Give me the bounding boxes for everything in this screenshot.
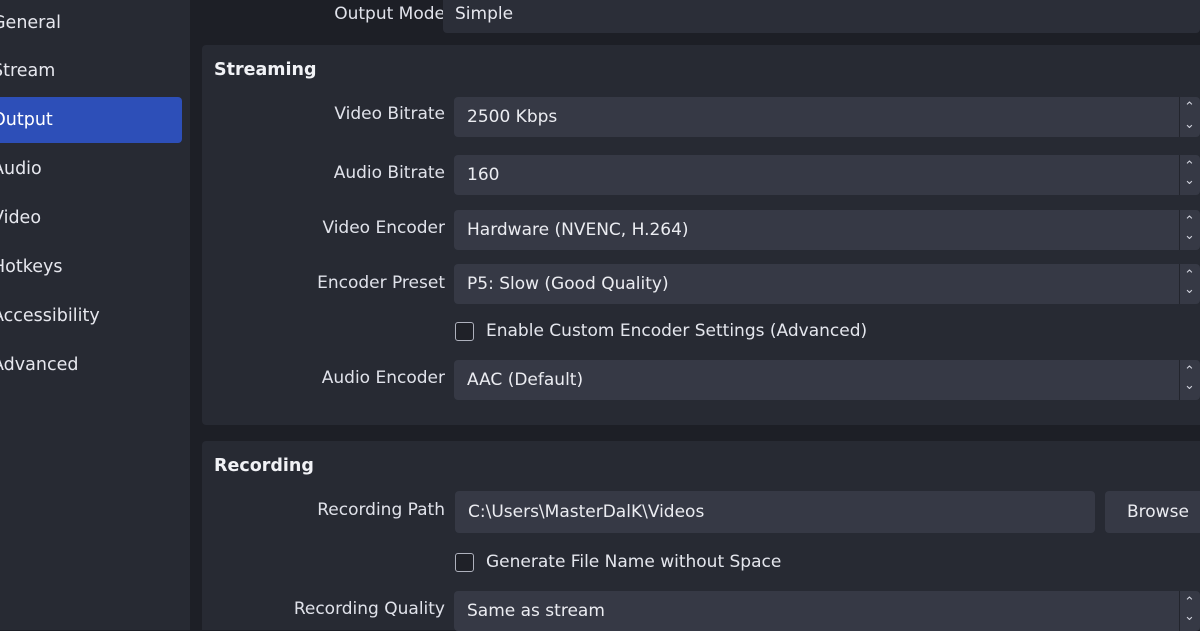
audio-encoder-label: Audio Encoder	[321, 368, 445, 388]
chevron-down-icon: ⌄	[1184, 378, 1195, 393]
chevron-down-icon[interactable]: ⌄	[1184, 118, 1195, 131]
chevron-up-icon: ⌃	[1184, 268, 1195, 283]
chevron-up-icon: ⌃	[1184, 364, 1195, 379]
custom-encoder-checkbox[interactable]	[455, 322, 474, 341]
video-bitrate-value: 2500 Kbps	[467, 107, 558, 127]
sidebar-item-accessibility[interactable]: Accessibility	[0, 293, 182, 339]
sidebar-item-hotkeys[interactable]: Hotkeys	[0, 244, 182, 290]
no-space-filename-checkbox[interactable]	[455, 553, 474, 572]
sidebar-item-stream[interactable]: Stream	[0, 48, 182, 94]
sidebar-item-label: Hotkeys	[0, 257, 63, 277]
chevron-down-icon: ⌄	[1184, 228, 1195, 243]
chevron-down-icon: ⌄	[1184, 282, 1195, 297]
recording-path-value: C:\Users\MasterDalK\Videos	[468, 502, 705, 522]
recording-path-label: Recording Path	[317, 500, 445, 520]
no-space-filename-label[interactable]: Generate File Name without Space	[486, 552, 781, 572]
video-encoder-dropdown-arrows[interactable]: ⌃ ⌄	[1179, 210, 1200, 250]
sidebar-item-audio[interactable]: Audio	[0, 146, 182, 192]
chevron-up-icon: ⌃	[1184, 214, 1195, 229]
sidebar-item-advanced[interactable]: Advanced	[0, 342, 182, 388]
browse-button-label: Browse	[1127, 502, 1189, 522]
settings-sidebar: General Stream Output Audio Video Hotkey…	[0, 0, 190, 630]
chevron-up-icon[interactable]: ⌃	[1184, 101, 1195, 114]
audio-bitrate-select[interactable]: 160 ⌃ ⌄	[454, 155, 1200, 195]
recording-quality-value: Same as stream	[467, 601, 605, 621]
sidebar-item-label: General	[0, 13, 61, 33]
audio-encoder-select[interactable]: AAC (Default) ⌃ ⌄	[454, 360, 1200, 400]
recording-path-input[interactable]: C:\Users\MasterDalK\Videos	[455, 491, 1095, 533]
chevron-up-icon: ⌃	[1184, 159, 1195, 174]
sidebar-item-label: Accessibility	[0, 306, 100, 326]
sidebar-item-output[interactable]: Output	[0, 97, 182, 143]
audio-bitrate-value: 160	[467, 165, 500, 185]
sidebar-item-general[interactable]: General	[0, 0, 182, 46]
output-mode-label: Output Mode	[334, 4, 445, 24]
recording-title: Recording	[214, 456, 314, 476]
sidebar-item-label: Output	[0, 110, 53, 130]
recording-quality-label: Recording Quality	[293, 599, 445, 619]
video-bitrate-stepper[interactable]: ⌃ ⌄	[1179, 97, 1200, 137]
audio-encoder-value: AAC (Default)	[467, 370, 584, 390]
video-encoder-select[interactable]: Hardware (NVENC, H.264) ⌃ ⌄	[454, 210, 1200, 250]
audio-encoder-dropdown-arrows[interactable]: ⌃ ⌄	[1179, 360, 1200, 400]
recording-quality-dropdown-arrows[interactable]: ⌃ ⌄	[1179, 591, 1200, 631]
sidebar-item-label: Advanced	[0, 355, 79, 375]
video-encoder-value: Hardware (NVENC, H.264)	[467, 220, 689, 240]
encoder-preset-dropdown-arrows[interactable]: ⌃ ⌄	[1179, 264, 1200, 304]
sidebar-item-label: Stream	[0, 61, 56, 81]
encoder-preset-select[interactable]: P5: Slow (Good Quality) ⌃ ⌄	[454, 264, 1200, 304]
custom-encoder-label[interactable]: Enable Custom Encoder Settings (Advanced…	[486, 321, 867, 341]
audio-bitrate-dropdown-arrows[interactable]: ⌃ ⌄	[1179, 155, 1200, 195]
encoder-preset-value: P5: Slow (Good Quality)	[467, 274, 669, 294]
output-mode-select[interactable]: Simple	[443, 0, 1200, 33]
chevron-up-icon: ⌃	[1184, 595, 1195, 610]
audio-bitrate-label: Audio Bitrate	[333, 163, 445, 183]
video-bitrate-spinbox[interactable]: 2500 Kbps ⌃ ⌄	[454, 97, 1200, 137]
sidebar-item-label: Video	[0, 208, 42, 228]
sidebar-item-label: Audio	[0, 159, 42, 179]
video-bitrate-label: Video Bitrate	[334, 104, 445, 124]
recording-quality-select[interactable]: Same as stream ⌃ ⌄	[454, 591, 1200, 631]
browse-button[interactable]: Browse	[1105, 491, 1200, 533]
chevron-down-icon: ⌄	[1184, 173, 1195, 188]
encoder-preset-label: Encoder Preset	[317, 273, 445, 293]
streaming-title: Streaming	[214, 60, 317, 80]
chevron-down-icon: ⌄	[1184, 609, 1195, 624]
sidebar-item-video[interactable]: Video	[0, 195, 182, 241]
video-encoder-label: Video Encoder	[322, 218, 445, 238]
output-mode-value: Simple	[455, 4, 514, 24]
